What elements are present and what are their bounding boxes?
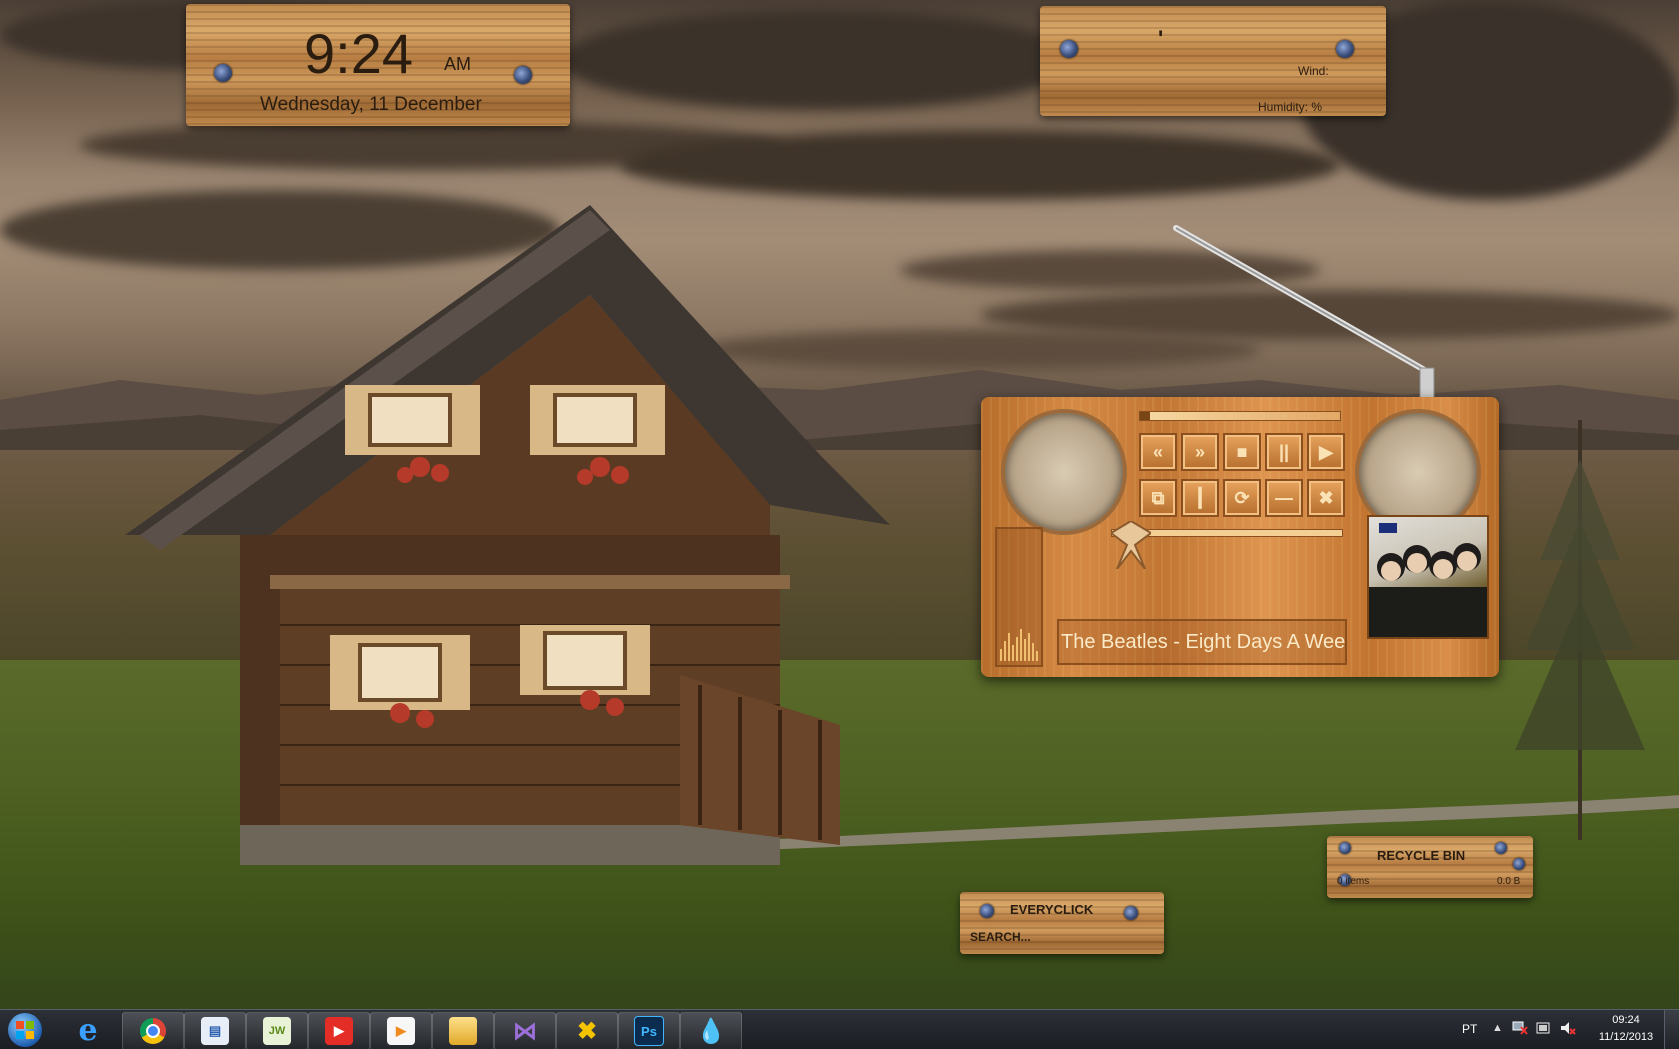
weather-widget[interactable]: ' Wind: Humidity: %	[1040, 6, 1386, 116]
taskbar: e ▤ JW ▶ ▶ ⋈ ✖ Ps 💧 PT ▲ 09:24 11/12/201…	[0, 1009, 1679, 1049]
search-input[interactable]: SEARCH...	[970, 930, 1031, 944]
weather-humidity: Humidity: %	[1258, 100, 1323, 114]
album-art-image	[1369, 523, 1487, 637]
pause-button[interactable]: ||	[1265, 433, 1303, 471]
media-player-icon: ▶	[387, 1017, 415, 1045]
weather-temp: '	[1158, 26, 1164, 51]
minimize-button[interactable]: —	[1265, 479, 1303, 517]
taskbar-app-tools[interactable]: ✖	[556, 1012, 618, 1049]
previous-button[interactable]: «	[1139, 433, 1177, 471]
screw-icon	[980, 904, 994, 918]
track-display: The Beatles - Eight Days A Week	[1057, 619, 1347, 665]
droplet-icon: 💧	[696, 1017, 726, 1045]
screw-icon	[1339, 842, 1351, 854]
close-button[interactable]: ✖	[1307, 479, 1345, 517]
jw-player-icon: JW	[263, 1017, 291, 1045]
clock-ampm: AM	[444, 54, 471, 74]
left-speaker	[1001, 409, 1127, 535]
play-button[interactable]: ▶	[1307, 433, 1345, 471]
visualizer	[995, 527, 1043, 667]
clock-widget[interactable]: 9:24 AM Wednesday, 11 December	[186, 4, 570, 126]
album-art	[1367, 515, 1489, 639]
recycle-bin-title: RECYCLE BIN	[1377, 848, 1466, 863]
volume-icon[interactable]	[1560, 1021, 1576, 1035]
equalizer-button[interactable]: ┃	[1181, 479, 1219, 517]
search-widget-title: EVERYCLICK	[1010, 902, 1094, 917]
wallpaper-house	[125, 205, 890, 865]
taskbar-app-youtube[interactable]: ▶	[308, 1012, 370, 1049]
desktop: 9:24 AM Wednesday, 11 December ' Wind: H…	[0, 0, 1679, 1049]
tools-icon: ✖	[576, 1017, 598, 1045]
taskbar-clock-time: 09:24	[1612, 1014, 1640, 1026]
chrome-icon	[140, 1018, 166, 1044]
document-icon: ▤	[201, 1017, 229, 1045]
progress-fill	[1140, 412, 1150, 420]
taskbar-app-visual-studio[interactable]: ⋈	[494, 1012, 556, 1049]
screw-icon	[214, 64, 232, 82]
recycle-bin-items: 0 items	[1337, 876, 1370, 887]
photoshop-icon: Ps	[634, 1016, 664, 1046]
youtube-icon: ▶	[325, 1017, 353, 1045]
visualizer-bars	[1000, 629, 1038, 661]
taskbar-clock-date: 11/12/2013	[1598, 1031, 1654, 1043]
taskbar-app-media-player[interactable]: ▶	[370, 1012, 432, 1049]
clock-time: 9:24	[304, 22, 413, 85]
taskbar-app-photoshop[interactable]: Ps	[618, 1012, 680, 1049]
folder-icon	[449, 1017, 477, 1045]
show-desktop-button[interactable]	[1664, 1010, 1679, 1049]
taskbar-app-droplet[interactable]: 💧	[680, 1012, 742, 1049]
media-player[interactable]: « » ■ || ▶ ⧉ ┃ ⟳ — ✖ The Beatles - Eight…	[981, 397, 1499, 677]
stop-button[interactable]: ■	[1223, 433, 1261, 471]
taskbar-app-internet-explorer[interactable]: e	[58, 1012, 118, 1048]
screw-icon	[1336, 40, 1354, 58]
recycle-bin-widget[interactable]: RECYCLE BIN 0 items 0.0 B	[1327, 836, 1533, 898]
search-widget[interactable]: EVERYCLICK SEARCH...	[960, 892, 1164, 954]
progress-track[interactable]	[1139, 411, 1341, 421]
internet-explorer-icon: e	[78, 1012, 98, 1048]
weather-wind: Wind:	[1298, 64, 1329, 78]
visual-studio-icon: ⋈	[513, 1017, 537, 1045]
screw-icon	[1495, 842, 1507, 854]
track-title: The Beatles - Eight Days A Week	[1061, 631, 1347, 653]
tray-expand-icon[interactable]: ▲	[1492, 1022, 1503, 1034]
repeat-button[interactable]: ⟳	[1223, 479, 1261, 517]
screw-icon	[1124, 906, 1138, 920]
taskbar-app-chrome[interactable]	[122, 1012, 184, 1049]
taskbar-app-jw-player[interactable]: JW	[246, 1012, 308, 1049]
language-indicator[interactable]: PT	[1462, 1022, 1477, 1036]
radio-antenna	[1173, 225, 1435, 399]
network-icon[interactable]	[1512, 1021, 1528, 1035]
taskbar-clock[interactable]: 09:24 11/12/2013	[1596, 1012, 1656, 1046]
clock-date: Wednesday, 11 December	[260, 94, 482, 115]
taskbar-app-text-editor[interactable]: ▤	[184, 1012, 246, 1049]
volume-knob-icon[interactable]	[1109, 519, 1153, 570]
screw-icon	[1060, 40, 1078, 58]
action-center-icon[interactable]	[1536, 1021, 1552, 1035]
recycle-bin-size: 0.0 B	[1497, 876, 1521, 887]
screw-icon	[1513, 858, 1525, 870]
start-button[interactable]	[4, 1012, 46, 1048]
screw-icon	[514, 66, 532, 84]
windows-logo-icon	[8, 1013, 42, 1047]
next-button[interactable]: »	[1181, 433, 1219, 471]
wallpaper-tree	[1515, 420, 1645, 840]
taskbar-app-file-explorer[interactable]	[432, 1012, 494, 1049]
mini-mode-button[interactable]: ⧉	[1139, 479, 1177, 517]
